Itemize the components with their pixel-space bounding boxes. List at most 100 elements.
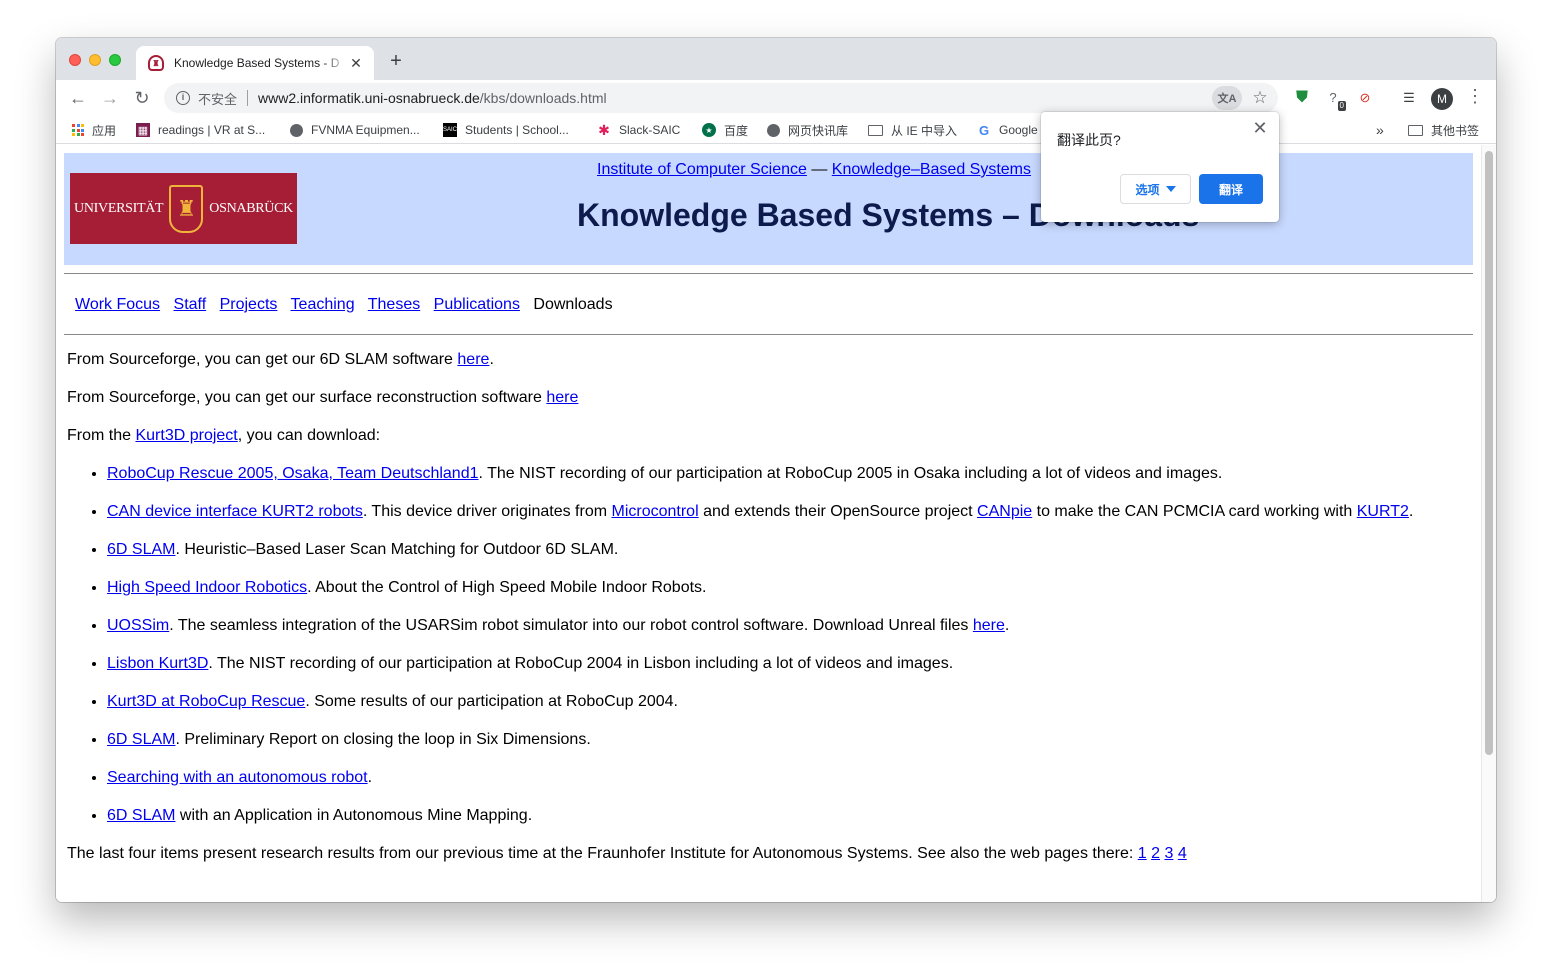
item-link[interactable]: 6D SLAM [107,807,175,824]
translate-button[interactable]: 翻译 [1199,174,1263,204]
tab-active[interactable]: ♜ Knowledge Based Systems - D ✕ [136,46,374,80]
bookmark-web-slices[interactable]: 网页快讯库 [767,120,848,140]
tab-close-icon[interactable]: ✕ [348,55,364,72]
item-text: to make the CAN PCMCIA card working with [1032,503,1357,520]
paragraph-kurt3d: From the Kurt3D project, you can downloa… [67,425,1473,447]
canpie-link[interactable]: CANpie [977,503,1032,520]
fraunhofer-link-2[interactable]: 2 [1151,845,1160,862]
bookmarks-bar: 应用 ▦ readings | VR at S... FVNMA Equipme… [56,116,1496,144]
fraunhofer-link-1[interactable]: 1 [1138,845,1147,862]
forward-arrow-icon[interactable]: → [98,86,122,110]
bookmark-fvnma[interactable]: FVNMA Equipmen... [290,120,420,140]
item-text: . The NIST recording of our participatio… [478,465,1223,482]
site-info-icon[interactable]: i [176,91,190,105]
shield-extension-icon[interactable]: ⛊ [1293,89,1311,107]
zoom-window-button[interactable] [109,54,121,66]
nav-publications[interactable]: Publications [434,296,520,313]
nav-projects[interactable]: Projects [220,296,278,313]
bookmark-apps[interactable]: 应用 [72,120,116,140]
bookmark-readings[interactable]: ▦ readings | VR at S... [136,120,265,140]
new-tab-button[interactable]: + [386,50,406,73]
header-breadcrumb: Institute of Computer Science — Knowledg… [597,161,1031,179]
starbucks-icon: ★ [702,123,716,137]
here-link[interactable]: here [457,351,489,368]
item-text: with an Application in Autonomous Mine M… [175,807,533,824]
bookmarks-overflow-icon[interactable]: » [1376,120,1384,140]
item-link[interactable]: 6D SLAM [107,541,175,558]
bookmark-google[interactable]: G Google [977,120,1038,140]
item-link[interactable]: RoboCup Rescue 2005, Osaka, Team Deutsch… [107,465,478,482]
here-link[interactable]: here [546,389,578,406]
nav-teaching[interactable]: Teaching [291,296,355,313]
security-label[interactable]: 不安全 [198,89,237,108]
paragraph-surface-reconstruction: From Sourceforge, you can get our surfac… [67,387,1473,409]
bookmark-other[interactable]: 其他书签 [1408,120,1479,140]
item-link[interactable]: CAN device interface KURT2 robots [107,503,363,520]
paragraph-6d-slam: From Sourceforge, you can get our 6D SLA… [67,349,1473,371]
unreal-files-link[interactable]: here [973,617,1005,634]
reload-icon[interactable]: ↻ [130,86,154,110]
bookmark-star-icon[interactable]: ☆ [1248,88,1272,108]
bookmark-label: FVNMA Equipmen... [311,123,420,137]
kbs-link[interactable]: Knowledge–Based Systems [832,161,1031,178]
item-link[interactable]: Kurt3D at RoboCup Rescue [107,693,305,710]
logo-text-left: UNIVERSITÄT [74,200,164,216]
item-link[interactable]: Searching with an autonomous robot [107,769,368,786]
bookmark-slack[interactable]: ✱ Slack-SAIC [597,120,680,140]
item-link[interactable]: Lisbon Kurt3D [107,655,208,672]
bookmark-students[interactable]: SAIC Students | School... [443,120,569,140]
close-icon[interactable]: ✕ [1251,118,1269,139]
footer-paragraph: The last four items present research res… [67,843,1473,865]
bookmark-label: 其他书签 [1431,123,1480,138]
vertical-scrollbar[interactable] [1481,145,1496,902]
bookmark-label: 百度 [724,123,749,138]
item-link[interactable]: UOSSim [107,617,169,634]
nav-work-focus[interactable]: Work Focus [75,296,160,313]
downloads-content: From Sourceforge, you can get our 6D SLA… [64,349,1473,865]
nav-staff[interactable]: Staff [174,296,207,313]
kurt3d-project-link[interactable]: Kurt3D project [135,427,237,444]
microcontrol-link[interactable]: Microcontrol [612,503,699,520]
bookmark-label: 应用 [92,123,117,138]
translate-icon[interactable]: 文A [1212,86,1242,110]
readings-favicon-icon: ▦ [136,123,150,137]
compass-extension-icon[interactable]: ⊘ [1356,89,1374,107]
translate-options-button[interactable]: 选项 [1120,174,1191,204]
address-bar[interactable]: i 不安全 www2.informatik.uni-osnabrueck.de/… [164,83,1278,113]
globe-icon [767,123,780,137]
divider-bottom [64,334,1473,335]
omnibox-actions: 文A ☆ [1212,86,1272,110]
help-extension-icon[interactable]: ? 0 [1324,89,1346,111]
page-body: UNIVERSITÄT ♜ OSNABRÜCK Institute of Com… [64,153,1473,881]
paragraph-text: From Sourceforge, you can get our 6D SLA… [67,351,458,368]
url-text[interactable]: www2.informatik.uni-osnabrueck.de/kbs/do… [258,90,607,106]
back-arrow-icon[interactable]: ← [66,86,90,110]
fraunhofer-link-4[interactable]: 4 [1178,845,1187,862]
minimize-window-button[interactable] [89,54,101,66]
divider-top [64,273,1473,274]
nav-theses[interactable]: Theses [368,296,420,313]
toolbar: ← → ↻ i 不安全 www2.informatik.uni-osnabrue… [56,80,1496,116]
browser-window: ♜ Knowledge Based Systems - D ✕ + ← → ↻ … [56,38,1496,902]
bookmark-ie-import[interactable]: 从 IE 中导入 [868,120,957,140]
profile-avatar[interactable]: M [1431,88,1453,110]
kurt2-link[interactable]: KURT2 [1357,503,1409,520]
list-item: UOSSim. The seamless integration of the … [107,615,1473,637]
item-text: . This device driver originates from [362,503,612,520]
list-item: 6D SLAM. Heuristic–Based Laser Scan Matc… [107,539,1473,561]
list-item: Lisbon Kurt3D. The NIST recording of our… [107,653,1473,675]
logo-text-right: OSNABRÜCK [209,200,293,216]
more-menu-icon[interactable]: ⋮ [1466,86,1484,107]
breadcrumb-separator: — [806,161,832,178]
folder-icon [1408,124,1423,136]
fraunhofer-link-3[interactable]: 3 [1164,845,1173,862]
university-logo[interactable]: UNIVERSITÄT ♜ OSNABRÜCK [70,173,297,244]
reading-list-icon[interactable]: ☰ [1400,89,1418,107]
bookmark-label: Google [999,123,1038,137]
item-link[interactable]: 6D SLAM [107,731,175,748]
close-window-button[interactable] [69,54,81,66]
bookmark-baidu[interactable]: ★ 百度 [702,120,748,140]
scrollbar-thumb[interactable] [1485,151,1493,755]
item-link[interactable]: High Speed Indoor Robotics [107,579,307,596]
institute-link[interactable]: Institute of Computer Science [597,161,807,178]
